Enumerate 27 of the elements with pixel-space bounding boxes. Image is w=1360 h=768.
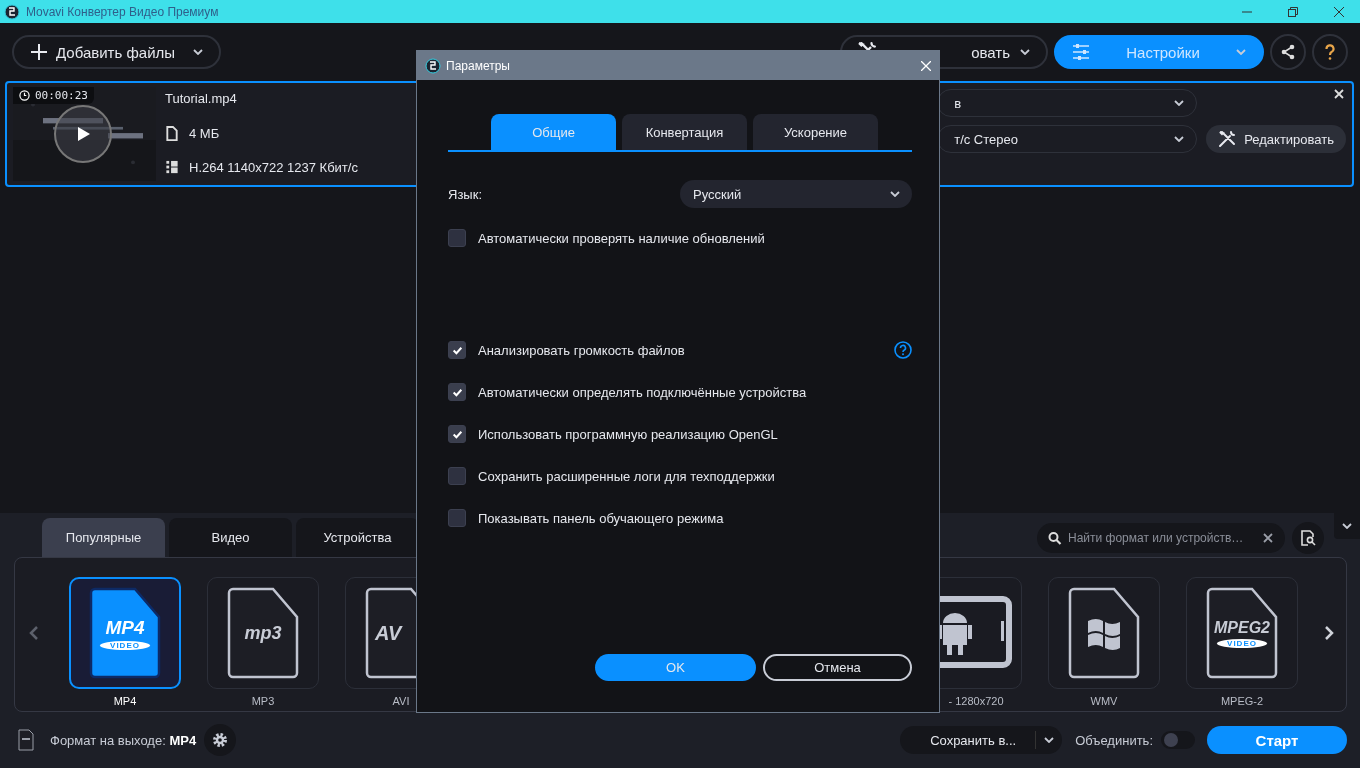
dialog-title: Параметры [446, 58, 510, 73]
video-label: VIDEO [1217, 638, 1267, 648]
join-label: Объединить: [1075, 732, 1153, 748]
format-label: AVI [392, 695, 410, 707]
language-label: Язык: [448, 186, 482, 202]
format-label: - 1280x720 [948, 695, 1004, 707]
window-title: Movavi Конвертер Видео Премиум [26, 4, 219, 19]
option-label: Автоматически определять подключённые устройства [478, 384, 807, 400]
format-label: MP4 [113, 695, 137, 707]
file-name: Tutorial.mp4 [165, 91, 238, 106]
video-label: VIDEO [100, 640, 150, 650]
format-label: MP3 [251, 695, 275, 707]
option-label: Сохранить расширенные логи для техподдержки [478, 468, 775, 484]
output-format-text: Формат на выходе: MP4 [50, 732, 197, 748]
option-label: Анализировать громкость файлов [478, 342, 685, 358]
format-label: WMV [1090, 695, 1118, 707]
format-logo: MPEG2 [1214, 618, 1270, 637]
duration-badge: 00:00:23 [13, 87, 94, 104]
file-size: 4 МБ [189, 125, 220, 141]
option-label: Использовать программную реализацию OpenGL [478, 426, 778, 442]
format-logo: mp3 [244, 622, 282, 644]
video-info: H.264 1140x722 1237 Кбит/с [189, 160, 358, 175]
format-logo: MP4 [105, 616, 145, 639]
format-label: MPEG-2 [1220, 695, 1264, 707]
format-logo: AV [375, 621, 402, 645]
option-label: Автоматически проверять наличие обновлений [478, 230, 765, 246]
option-label: Показывать панель обучающего режима [478, 510, 724, 526]
